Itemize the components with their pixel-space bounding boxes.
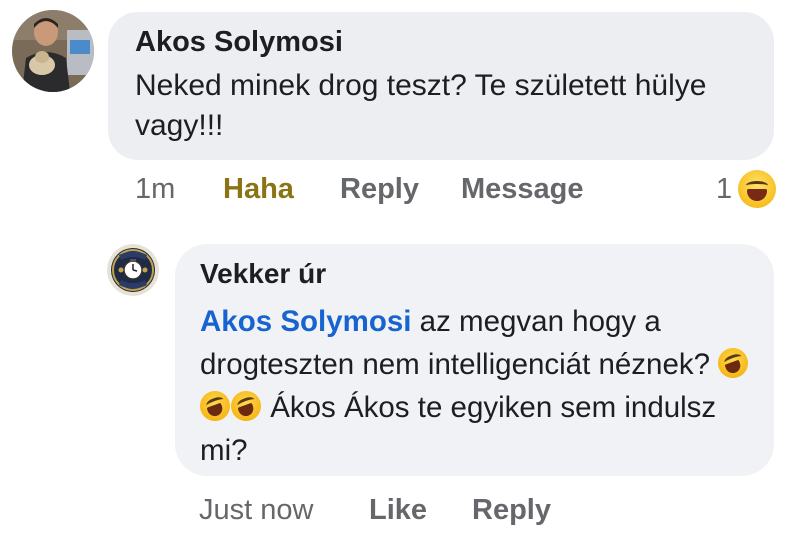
avatar[interactable] [12, 10, 94, 92]
haha-reaction-button[interactable]: Haha [223, 173, 294, 206]
comment-author[interactable]: Akos Solymosi [135, 26, 343, 59]
comment-text-part: Ákos Ákos te egyiken sem indulsz mi? [200, 391, 717, 467]
comment-timestamp[interactable]: 1m [135, 173, 175, 206]
mention-link[interactable]: Akos Solymosi [200, 305, 411, 338]
comment-author[interactable]: Vekker úr [200, 258, 326, 290]
comment-text: Akos Solymosi az megvan hogy a drogteszt… [200, 300, 760, 472]
profile-photo [12, 10, 94, 92]
reaction-count[interactable]: 1 [716, 173, 732, 206]
comment-timestamp[interactable]: Just now [199, 494, 313, 527]
reply-button[interactable]: Reply [340, 173, 419, 206]
avatar[interactable] [107, 244, 159, 296]
like-button[interactable]: Like [369, 494, 427, 527]
haha-emoji-icon[interactable] [738, 170, 776, 208]
patriots-europe-badge-icon [107, 244, 159, 296]
comment-text: Neked minek drog teszt? Te született hül… [135, 69, 707, 142]
rolling-laughing-emoji-icon [200, 391, 230, 421]
message-button[interactable]: Message [461, 173, 584, 206]
reply-button[interactable]: Reply [472, 494, 551, 527]
rolling-laughing-emoji-icon [231, 391, 261, 421]
rolling-laughing-emoji-icon [718, 348, 749, 378]
